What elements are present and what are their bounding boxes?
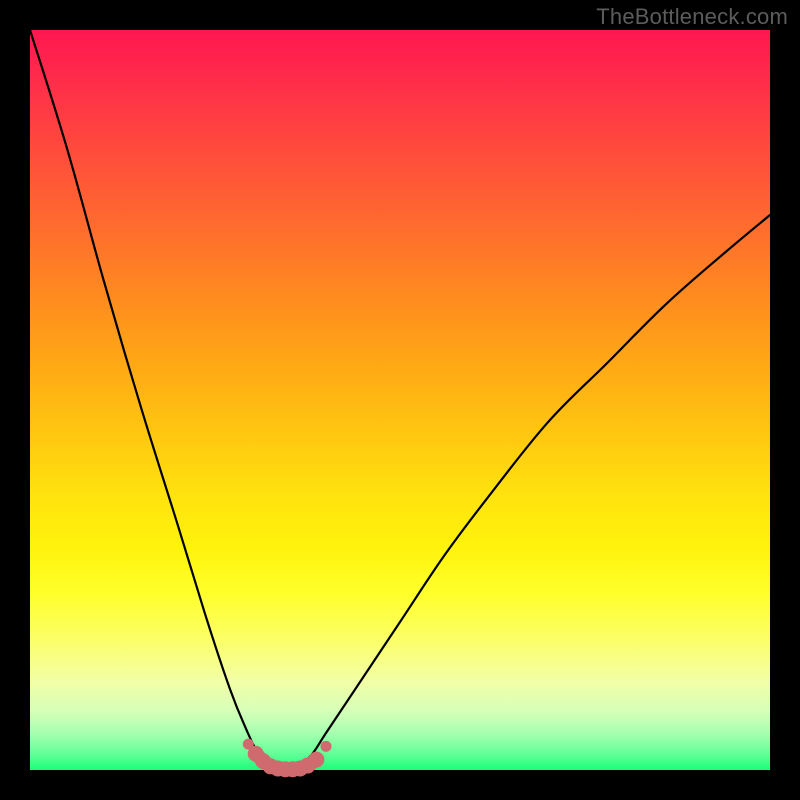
- bottleneck-chart: [30, 30, 770, 770]
- bottleneck-curve-path: [30, 30, 770, 771]
- marker-dot: [321, 741, 332, 752]
- plot-area: [30, 30, 770, 770]
- chart-frame: TheBottleneck.com: [0, 0, 800, 800]
- watermark-text: TheBottleneck.com: [596, 4, 788, 30]
- marker-dot: [308, 752, 324, 768]
